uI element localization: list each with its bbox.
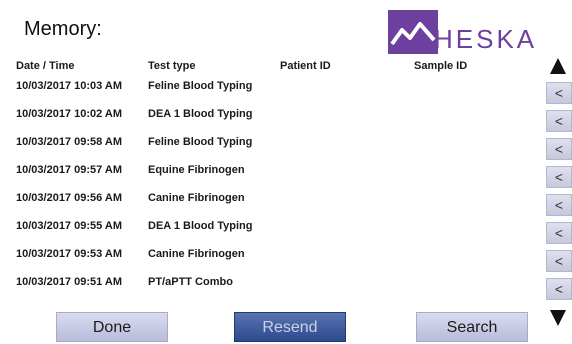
row-test-type: PT/aPTT Combo <box>148 276 233 288</box>
table-row[interactable]: 10/03/2017 09:55 AM DEA 1 Blood Typing <box>0 220 540 240</box>
resend-button[interactable]: Resend <box>234 312 346 342</box>
row-test-type: Feline Blood Typing <box>148 136 253 148</box>
row-datetime: 10/03/2017 09:55 AM <box>16 220 122 232</box>
row-select-button[interactable]: < <box>546 166 572 188</box>
row-test-type: Equine Fibrinogen <box>148 164 245 176</box>
table-header: Date / Time Test type Patient ID Sample … <box>0 60 540 76</box>
row-select-button[interactable]: < <box>546 250 572 272</box>
table-row[interactable]: 10/03/2017 09:53 AM Canine Fibrinogen <box>0 248 540 268</box>
column-header-test-type: Test type <box>148 60 196 72</box>
row-datetime: 10/03/2017 09:56 AM <box>16 192 122 204</box>
done-button[interactable]: Done <box>56 312 168 342</box>
table-row[interactable]: 10/03/2017 10:03 AM Feline Blood Typing <box>0 80 540 100</box>
table-row[interactable]: 10/03/2017 09:51 AM PT/aPTT Combo <box>0 276 540 296</box>
row-datetime: 10/03/2017 09:58 AM <box>16 136 122 148</box>
row-datetime: 10/03/2017 10:03 AM <box>16 80 122 92</box>
search-button[interactable]: Search <box>416 312 528 342</box>
page-title: Memory: <box>24 18 102 40</box>
row-select-button[interactable]: < <box>546 138 572 160</box>
row-select-button[interactable]: < <box>546 194 572 216</box>
logo-mark-icon <box>388 10 438 54</box>
row-select-button[interactable]: < <box>546 82 572 104</box>
triangle-up-icon[interactable] <box>550 58 566 74</box>
row-test-type: DEA 1 Blood Typing <box>148 108 253 120</box>
row-datetime: 10/03/2017 09:51 AM <box>16 276 122 288</box>
row-test-type: Canine Fibrinogen <box>148 192 245 204</box>
row-test-type: Feline Blood Typing <box>148 80 253 92</box>
table-row[interactable]: 10/03/2017 10:02 AM DEA 1 Blood Typing <box>0 108 540 128</box>
row-select-button[interactable]: < <box>546 110 572 132</box>
row-test-type: Canine Fibrinogen <box>148 248 245 260</box>
row-test-type: DEA 1 Blood Typing <box>148 220 253 232</box>
row-select-button[interactable]: < <box>546 222 572 244</box>
column-header-patient-id: Patient ID <box>280 60 331 72</box>
row-datetime: 10/03/2017 09:57 AM <box>16 164 122 176</box>
row-select-button[interactable]: < <box>546 278 572 300</box>
heska-logo: HESKA <box>388 10 546 58</box>
triangle-down-icon[interactable] <box>550 310 566 326</box>
logo-wordmark: HESKA <box>434 24 538 54</box>
table-row[interactable]: 10/03/2017 09:57 AM Equine Fibrinogen <box>0 164 540 184</box>
table-row[interactable]: 10/03/2017 09:58 AM Feline Blood Typing <box>0 136 540 156</box>
row-datetime: 10/03/2017 10:02 AM <box>16 108 122 120</box>
table-row[interactable]: 10/03/2017 09:56 AM Canine Fibrinogen <box>0 192 540 212</box>
row-datetime: 10/03/2017 09:53 AM <box>16 248 122 260</box>
column-header-date-time: Date / Time <box>16 60 75 72</box>
column-header-sample-id: Sample ID <box>414 60 468 72</box>
